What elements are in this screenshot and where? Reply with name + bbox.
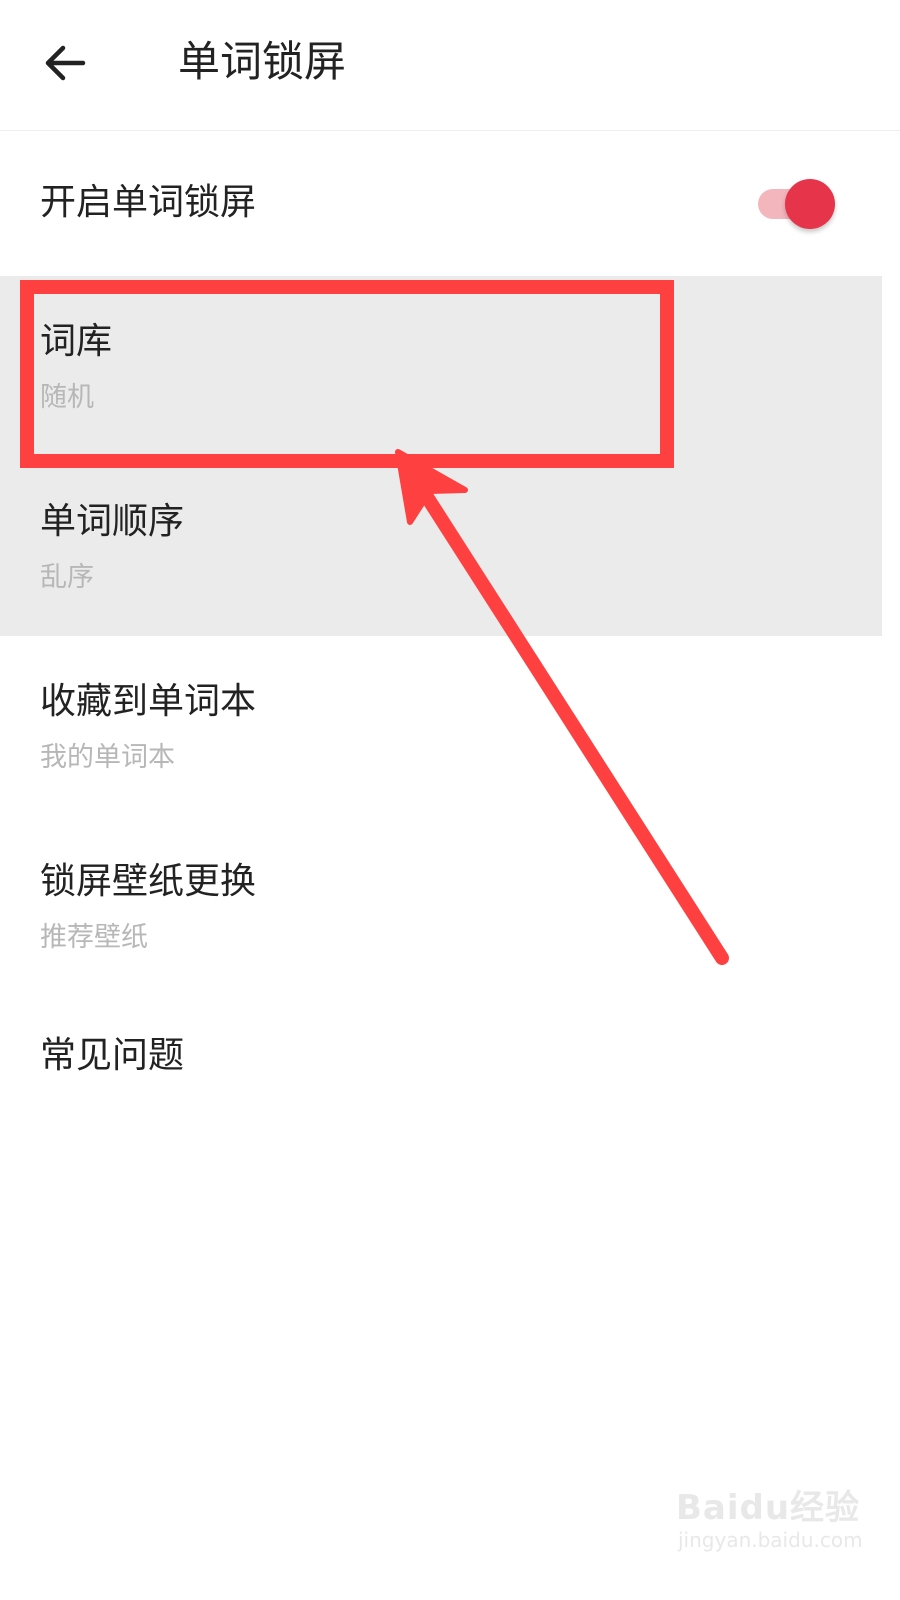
setting-title: 锁屏壁纸更换 <box>40 861 257 902</box>
settings-page: 单词锁屏 开启单词锁屏 词库 随机 单词顺序 乱序 收藏到单词本 我的单词本 锁… <box>0 0 900 1600</box>
setting-row-save-to-wordbook[interactable]: 收藏到单词本 我的单词本 <box>0 636 900 816</box>
app-header: 单词锁屏 <box>0 0 900 131</box>
baidu-jingyan-watermark: Baidu经验 jingyan.baidu.com <box>676 1470 876 1560</box>
page-title: 单词锁屏 <box>178 37 347 86</box>
arrow-left-icon <box>45 45 86 81</box>
lockscreen-toggle-row[interactable]: 开启单词锁屏 <box>0 131 900 275</box>
watermark-url: jingyan.baidu.com <box>678 1528 863 1552</box>
setting-title: 收藏到单词本 <box>40 681 257 722</box>
watermark-brand: Baidu经验 <box>676 1488 861 1528</box>
setting-title: 词库 <box>40 321 113 362</box>
toggle-knob <box>785 179 835 229</box>
setting-value: 随机 <box>40 382 94 413</box>
back-button[interactable] <box>30 30 100 96</box>
setting-value: 推荐壁纸 <box>40 922 148 953</box>
setting-row-word-order[interactable]: 单词顺序 乱序 <box>0 456 900 636</box>
setting-value: 乱序 <box>40 562 94 593</box>
setting-row-wallpaper[interactable]: 锁屏壁纸更换 推荐壁纸 <box>0 816 900 996</box>
setting-title: 单词顺序 <box>40 501 185 542</box>
setting-row-word-bank[interactable]: 词库 随机 <box>0 276 900 456</box>
lockscreen-toggle-label: 开启单词锁屏 <box>40 182 257 223</box>
setting-value: 我的单词本 <box>40 742 175 773</box>
lockscreen-toggle-switch[interactable] <box>756 179 838 229</box>
setting-row-faq[interactable]: 常见问题 <box>0 996 900 1126</box>
setting-title: 常见问题 <box>40 1035 185 1076</box>
